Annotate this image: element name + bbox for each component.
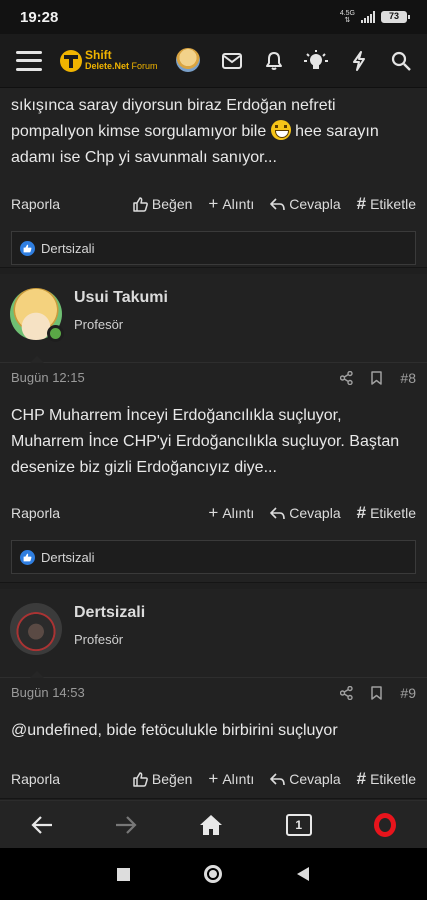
- reply-icon: [270, 197, 286, 210]
- search-icon[interactable]: [389, 49, 413, 73]
- browser-toolbar: 1: [0, 800, 427, 848]
- post-actions: Raporla + Alıntı Cevapla # Etiketle: [0, 498, 427, 528]
- post-7: sıkışınca saray diyorsun biraz Erdoğan n…: [0, 88, 427, 268]
- tag-button[interactable]: # Etiketle: [357, 503, 416, 523]
- reply-icon: [270, 506, 286, 519]
- opera-menu-icon[interactable]: [373, 812, 396, 837]
- tag-button[interactable]: # Etiketle: [357, 194, 416, 214]
- post-body: sıkışınca saray diyorsun biraz Erdoğan n…: [11, 97, 379, 166]
- post-time[interactable]: Bugün 12:15: [11, 370, 85, 385]
- recents-icon[interactable]: [117, 867, 130, 881]
- tab-count: 1: [295, 817, 302, 832]
- logo-mark-icon: [60, 49, 82, 72]
- post-actions: Raporla Beğen + Alıntı Cevapla # Etiketle: [0, 189, 427, 219]
- reactions-bar[interactable]: Dertsizali: [11, 231, 416, 265]
- quote-button[interactable]: + Alıntı: [208, 769, 254, 789]
- battery-level: 73: [388, 11, 399, 21]
- post-author: Usui Takumi Profesör: [0, 274, 427, 363]
- like-button[interactable]: Beğen: [133, 196, 192, 212]
- share-icon[interactable]: [340, 685, 354, 700]
- status-indicators: 4.5G ⇅ 73: [339, 10, 410, 24]
- reactions-bar[interactable]: Dertsizali: [11, 540, 416, 574]
- post-9: Dertsizali Profesör Bugün 14:53 #9 @unde…: [0, 589, 427, 799]
- post-number[interactable]: #9: [400, 685, 416, 701]
- like-button[interactable]: Beğen: [133, 771, 192, 787]
- reply-icon: [270, 772, 286, 785]
- plus-icon: +: [208, 503, 219, 522]
- system-back-icon[interactable]: [296, 866, 310, 882]
- hashtag-icon: #: [356, 503, 367, 522]
- tag-button[interactable]: # Etiketle: [357, 769, 416, 789]
- bell-icon[interactable]: [262, 49, 286, 73]
- back-arrow-icon[interactable]: [31, 815, 53, 835]
- home-circle-icon[interactable]: [204, 865, 222, 883]
- report-button[interactable]: Raporla: [11, 196, 60, 212]
- lightning-icon[interactable]: [347, 49, 371, 73]
- tabs-button[interactable]: 1: [285, 813, 312, 836]
- thread-feed: sıkışınca saray diyorsun biraz Erdoğan n…: [0, 88, 427, 799]
- reply-button[interactable]: Cevapla: [270, 196, 341, 212]
- site-logo[interactable]: Shift Delete.Net Forum: [60, 47, 158, 72]
- grinning-emoji-icon: [270, 120, 291, 140]
- post-number[interactable]: #8: [400, 370, 416, 386]
- post-body: CHP Muharrem İnceyi Erdoğancılıkla suçlu…: [11, 407, 400, 476]
- like-reaction-icon: [20, 240, 35, 256]
- status-bar: 19:28 4.5G ⇅ 73: [0, 0, 427, 34]
- status-time: 19:28: [20, 8, 59, 26]
- post-8: Usui Takumi Profesör Bugün 12:15 #8 CHP …: [0, 274, 427, 583]
- thumbs-up-icon: [133, 196, 148, 212]
- reply-button[interactable]: Cevapla: [270, 505, 341, 521]
- author-avatar[interactable]: [10, 603, 62, 655]
- reply-button[interactable]: Cevapla: [270, 771, 341, 787]
- thumbs-up-icon: [133, 771, 148, 787]
- report-button[interactable]: Raporla: [11, 771, 60, 787]
- post-author: Dertsizali Profesör: [0, 589, 427, 678]
- post-meta: Bugün 12:15 #8: [0, 362, 427, 392]
- quote-button[interactable]: + Alıntı: [208, 194, 254, 214]
- author-avatar[interactable]: [10, 288, 64, 342]
- post-meta: Bugün 14:53 #9: [0, 677, 427, 707]
- reaction-user[interactable]: Dertsizali: [41, 550, 94, 565]
- post-time[interactable]: Bugün 14:53: [11, 685, 85, 700]
- hashtag-icon: #: [356, 769, 367, 788]
- like-reaction-icon: [20, 549, 35, 565]
- bookmark-icon[interactable]: [371, 685, 383, 700]
- lightbulb-icon[interactable]: [304, 49, 328, 73]
- author-title: Profesör: [74, 317, 124, 332]
- battery-icon: 73: [381, 11, 410, 23]
- quote-button[interactable]: + Alıntı: [208, 503, 254, 523]
- logo-title: Shift: [85, 47, 112, 62]
- hashtag-icon: #: [356, 194, 367, 213]
- author-title: Profesör: [74, 632, 124, 647]
- home-icon[interactable]: [199, 814, 223, 836]
- menu-icon[interactable]: [16, 50, 42, 71]
- inbox-icon[interactable]: [220, 49, 244, 73]
- post-actions: Raporla Beğen + Alıntı Cevapla # Etiketle: [0, 764, 427, 794]
- bookmark-icon[interactable]: [371, 370, 383, 385]
- report-button[interactable]: Raporla: [11, 505, 60, 521]
- reaction-user[interactable]: Dertsizali: [41, 241, 94, 256]
- forward-arrow-icon[interactable]: [115, 815, 137, 835]
- post-body: @undefined, bide fetöculukle birbirini s…: [11, 722, 338, 739]
- forum-header: Shift Delete.Net Forum: [0, 34, 427, 88]
- network-type: 4.5G ⇅: [339, 10, 355, 24]
- author-name[interactable]: Usui Takumi: [74, 289, 168, 307]
- signal-icon: [361, 11, 375, 23]
- plus-icon: +: [208, 194, 219, 213]
- share-icon[interactable]: [340, 370, 354, 385]
- online-status-icon: [47, 325, 64, 342]
- author-name[interactable]: Dertsizali: [74, 604, 145, 622]
- system-nav-bar: [0, 848, 427, 900]
- plus-icon: +: [208, 769, 219, 788]
- user-avatar[interactable]: [176, 48, 200, 72]
